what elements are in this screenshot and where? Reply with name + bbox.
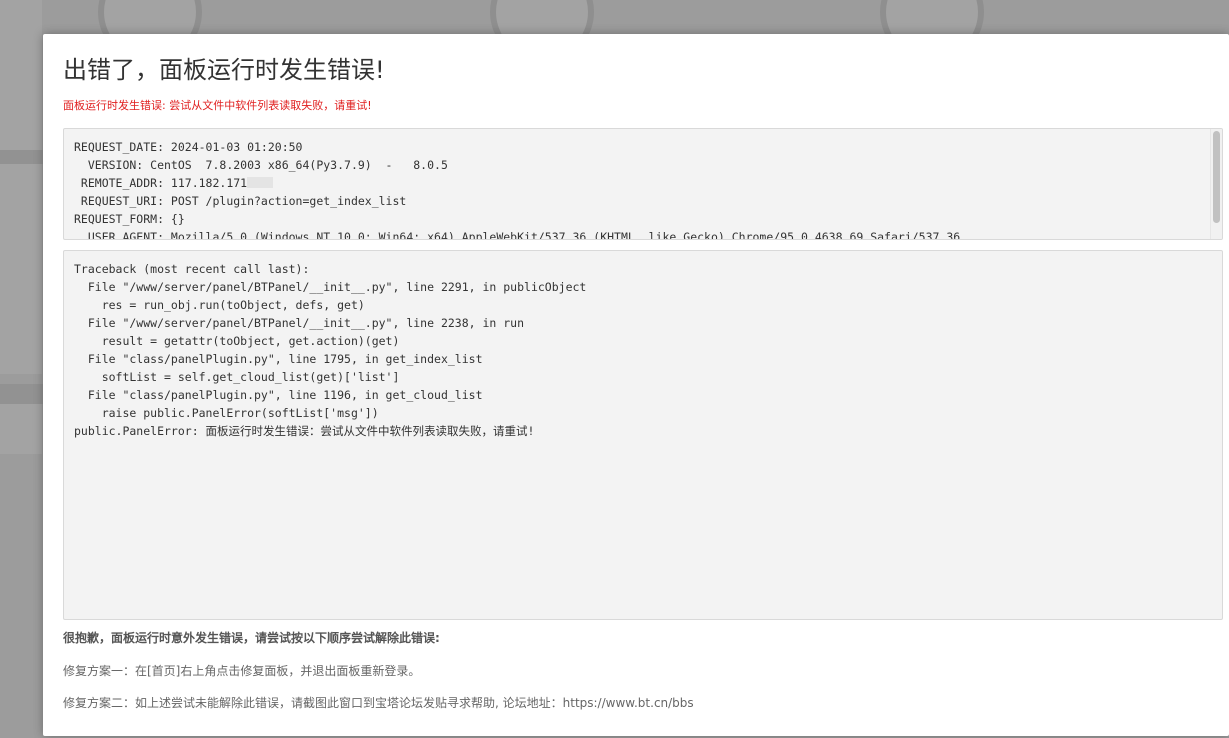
error-dialog: 出错了，面板运行时发生错误! 面板运行时发生错误: 尝试从文件中软件列表读取失败… [43,34,1229,736]
background-band-2 [0,384,43,404]
traceback-line: softList = self.get_cloud_list(get)['lis… [74,370,400,384]
version-line: VERSION: CentOS 7.8.2003 x86_64(Py3.7.9)… [74,158,448,172]
help-heading: 很抱歉，面板运行时意外发生错误，请尝试按以下顺序尝试解除此错误: [63,631,440,645]
traceback-line: raise public.PanelError(softList['msg']) [74,406,379,420]
traceback-error-line: public.PanelError: 面板运行时发生错误：尝试从文件中软件列表读… [74,424,535,438]
traceback-line: File "/www/server/panel/BTPanel/__init__… [74,316,525,330]
request-info-box[interactable]: REQUEST_DATE: 2024-01-03 01:20:50 VERSIO… [63,128,1223,240]
scrollbar-thumb[interactable] [1213,131,1220,223]
traceback-line: File "/www/server/panel/BTPanel/__init__… [74,280,587,294]
request-info-scrollbar[interactable] [1210,129,1222,239]
traceback-line: result = getattr(toObject, get.action)(g… [74,334,400,348]
background-band-1 [0,150,43,164]
redacted-ip-mask [247,177,274,188]
request-form-line: REQUEST_FORM: {} [74,212,185,226]
fix-option-1: 修复方案一：在[首页]右上角点击修复面板，并退出面板重新登录。 [63,664,421,678]
fix-option-2: 修复方案二：如上述尝试未能解除此错误，请截图此窗口到宝塔论坛发贴寻求帮助, 论坛… [63,696,694,710]
traceback-line: File "class/panelPlugin.py", line 1196, … [74,388,483,402]
traceback-text: Traceback (most recent call last): File … [74,260,586,440]
traceback-line: File "class/panelPlugin.py", line 1795, … [74,352,483,366]
traceback-line: Traceback (most recent call last): [74,262,310,276]
traceback-box: Traceback (most recent call last): File … [63,250,1223,620]
request-info-text: REQUEST_DATE: 2024-01-03 01:20:50 VERSIO… [74,138,961,240]
traceback-line: res = run_obj.run(toObject, defs, get) [74,298,365,312]
error-summary: 面板运行时发生错误: 尝试从文件中软件列表读取失败，请重试! [63,99,372,112]
dialog-title: 出错了，面板运行时发生错误! [63,56,385,84]
request-date-line: REQUEST_DATE: 2024-01-03 01:20:50 [74,140,303,154]
request-uri-line: REQUEST_URI: POST /plugin?action=get_ind… [74,194,407,208]
remote-addr-line: REMOTE_ADDR: 117.182.171 [74,176,248,190]
background-card-left-2 [0,164,42,374]
background-card-left-3 [0,404,42,454]
background-card-left [0,0,42,150]
user-agent-line: USER_AGENT: Mozilla/5.0 (Windows NT 10.0… [74,230,961,240]
